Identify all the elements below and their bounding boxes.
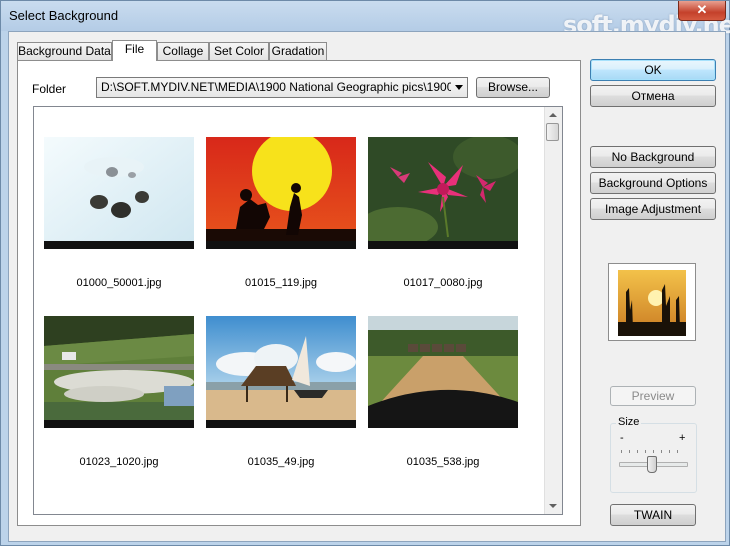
scroll-down-icon[interactable] <box>549 504 557 508</box>
folder-path: D:\SOFT.MYDIV.NET\MEDIA\1900 National Ge… <box>101 80 451 94</box>
list-item[interactable]: 01035_538.jpg <box>368 316 518 468</box>
vertical-scrollbar[interactable] <box>544 107 562 514</box>
list-item[interactable]: 01000_50001.jpg <box>44 137 194 289</box>
list-item[interactable]: 01015_119.jpg <box>206 137 356 289</box>
photo-credit-strip <box>368 241 518 249</box>
thumbnail-image <box>368 137 518 249</box>
thumbnail-filename: 01023_1020.jpg <box>79 456 159 468</box>
file-tab-panel: Folder D:\SOFT.MYDIV.NET\MEDIA\1900 Nati… <box>17 60 581 526</box>
thumbnail-list[interactable]: 01000_50001.jpg 01015_119.jpg 01017_0080… <box>33 106 563 515</box>
list-item[interactable]: 01035_49.jpg <box>206 316 356 468</box>
tab-collage[interactable]: Collage <box>157 42 209 60</box>
thumbnail-filename: 01015_119.jpg <box>245 277 317 289</box>
thumbnail-image <box>368 316 518 428</box>
select-background-dialog: Select Background soft.mydiv.net ✕ Backg… <box>0 0 730 546</box>
browse-button[interactable]: Browse... <box>476 77 550 98</box>
preview-thumbnail-frame <box>608 263 696 341</box>
folder-dropdown[interactable]: D:\SOFT.MYDIV.NET\MEDIA\1900 National Ge… <box>96 77 468 98</box>
ok-button[interactable]: OK <box>590 59 716 81</box>
thumbnail-image <box>206 316 356 428</box>
photo-credit-strip <box>44 241 194 249</box>
no-background-button[interactable]: No Background <box>590 146 716 168</box>
thumbnail-filename: 01035_49.jpg <box>247 456 315 468</box>
window-title: Select Background <box>9 8 119 23</box>
size-plus-label: + <box>679 432 686 444</box>
preview-image <box>618 270 686 336</box>
photo-credit-strip <box>206 420 356 428</box>
scroll-thumb[interactable] <box>546 123 559 141</box>
size-slider-knob[interactable] <box>647 456 657 473</box>
thumbnail-filename: 01035_538.jpg <box>406 456 480 468</box>
photo-credit-strip <box>44 420 194 428</box>
twain-button[interactable]: TWAIN <box>610 504 696 526</box>
tab-set-color[interactable]: Set Color <box>209 42 269 60</box>
slider-ticks <box>621 450 685 453</box>
tab-background-data[interactable]: Background Data <box>17 42 112 60</box>
dropdown-arrow-icon <box>455 85 463 90</box>
tab-file[interactable]: File <box>112 40 157 61</box>
size-minus-label: - <box>620 432 624 444</box>
scroll-up-icon[interactable] <box>549 113 557 117</box>
list-item[interactable]: 01023_1020.jpg <box>44 316 194 468</box>
close-button[interactable]: ✕ <box>678 1 726 21</box>
tab-gradation[interactable]: Gradation <box>269 42 327 60</box>
thumbnail-image <box>44 137 194 249</box>
background-options-button[interactable]: Background Options <box>590 172 716 194</box>
photo-credit-strip <box>368 420 518 428</box>
thumbnail-filename: 01000_50001.jpg <box>76 277 162 289</box>
size-label: Size <box>616 416 642 428</box>
folder-label: Folder <box>32 82 67 96</box>
list-item[interactable]: 01017_0080.jpg <box>368 137 518 289</box>
image-adjustment-button[interactable]: Image Adjustment <box>590 198 716 220</box>
preview-button[interactable]: Preview <box>610 386 696 406</box>
thumbnail-filename: 01017_0080.jpg <box>403 277 483 289</box>
thumbnail-image <box>206 137 356 249</box>
cancel-button[interactable]: Отмена <box>590 85 716 107</box>
photo-credit-strip <box>206 241 356 249</box>
thumbnail-image <box>44 316 194 428</box>
